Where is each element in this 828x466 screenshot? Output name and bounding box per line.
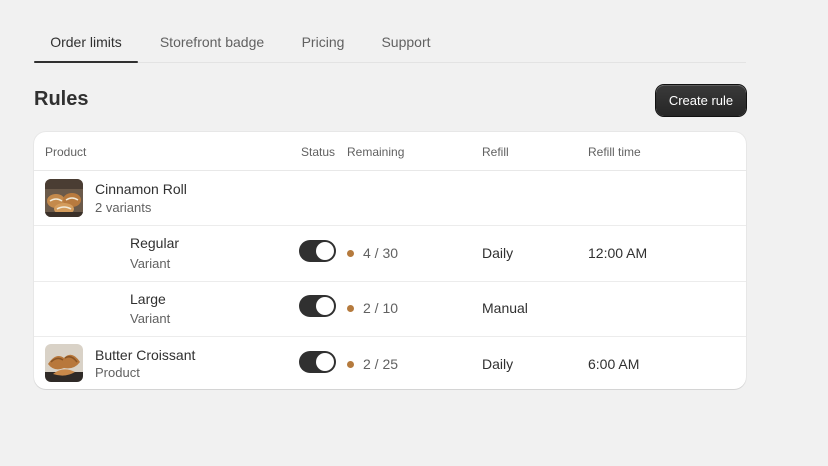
- table-row[interactable]: Cinnamon Roll 2 variants: [34, 171, 746, 226]
- product-name: Butter Croissant: [95, 347, 196, 363]
- table-row[interactable]: Large Variant 2 / 10 Manual: [34, 282, 746, 337]
- tab-storefront-badge[interactable]: Storefront badge: [147, 22, 277, 62]
- toggle-knob: [316, 242, 334, 260]
- tab-bar: Order limits Storefront badge Pricing Su…: [34, 22, 746, 63]
- product-name: Cinnamon Roll: [95, 181, 187, 197]
- refill-value: Manual: [482, 300, 528, 316]
- variant-subtitle: Variant: [130, 311, 171, 326]
- status-toggle[interactable]: [299, 351, 336, 373]
- butter-croissant-thumbnail-icon: [45, 344, 83, 382]
- column-header-remaining: Remaining: [347, 145, 405, 159]
- table-row[interactable]: Butter Croissant Product 2 / 25 Daily 6:…: [34, 337, 746, 389]
- remaining-status-dot-icon: [347, 250, 354, 257]
- refill-value: Daily: [482, 245, 514, 261]
- remaining-value: 2 / 25: [363, 356, 399, 372]
- remaining-value: 2 / 10: [363, 300, 399, 316]
- page-title: Rules: [34, 88, 89, 110]
- tab-pricing[interactable]: Pricing: [292, 22, 354, 62]
- variant-name: Large: [130, 291, 166, 307]
- variant-subtitle: Variant: [130, 256, 171, 271]
- remaining-value: 4 / 30: [363, 245, 399, 261]
- status-toggle[interactable]: [299, 240, 336, 262]
- variant-name: Regular: [130, 235, 180, 251]
- refill-time-value: 6:00 AM: [588, 356, 640, 372]
- toggle-knob: [316, 297, 334, 315]
- column-header-refill: Refill: [482, 145, 509, 159]
- refill-value: Daily: [482, 356, 514, 372]
- cinnamon-roll-thumbnail-icon: [45, 179, 83, 217]
- tab-order-limits[interactable]: Order limits: [34, 22, 138, 63]
- remaining-status-dot-icon: [347, 361, 354, 368]
- create-rule-button[interactable]: Create rule: [656, 85, 746, 116]
- refill-time-value: 12:00 AM: [588, 245, 648, 261]
- table-header: Product Status Remaining Refill Refill t…: [34, 132, 746, 171]
- tab-support[interactable]: Support: [373, 22, 439, 62]
- remaining-status-dot-icon: [347, 305, 354, 312]
- column-header-product: Product: [45, 145, 87, 159]
- rules-table: Product Status Remaining Refill Refill t…: [34, 132, 746, 389]
- status-toggle[interactable]: [299, 295, 336, 317]
- toggle-knob: [316, 353, 334, 371]
- product-subtitle: 2 variants: [95, 200, 152, 215]
- table-row[interactable]: Regular Variant 4 / 30 Daily 12:00 AM: [34, 226, 746, 282]
- product-subtitle: Product: [95, 365, 140, 380]
- column-header-status: Status: [301, 145, 336, 159]
- column-header-refill-time: Refill time: [588, 145, 641, 159]
